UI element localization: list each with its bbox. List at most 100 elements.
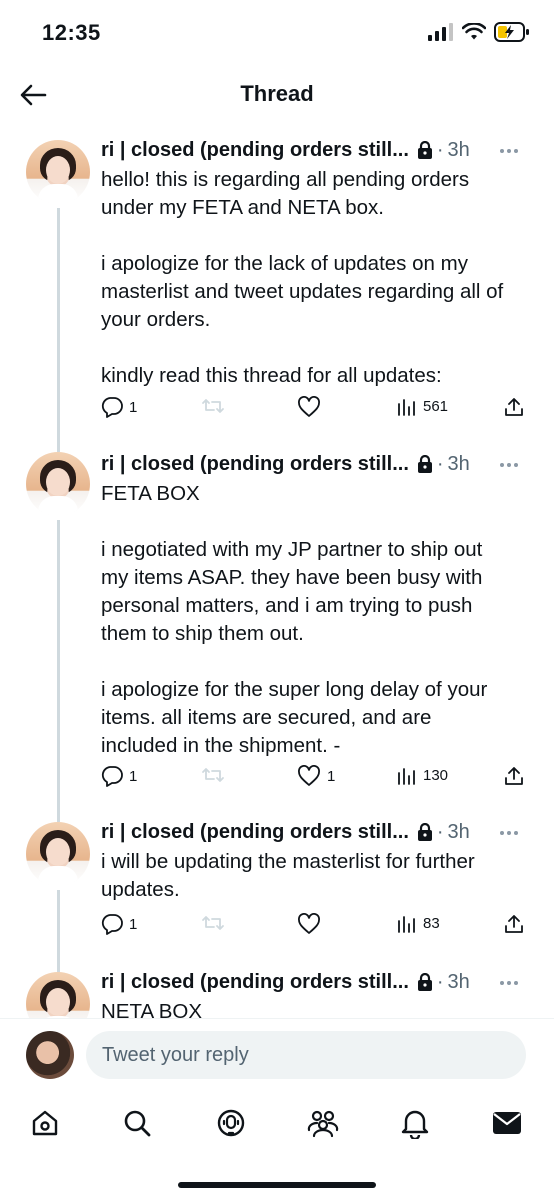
tweet-header: ri | closed (pending orders still... · 3… [101, 968, 470, 996]
views-button[interactable]: 130 [397, 765, 448, 785]
bell-icon [401, 1110, 429, 1139]
tab-messages[interactable] [490, 1106, 524, 1140]
author-name[interactable]: ri | closed (pending orders still... [101, 971, 409, 994]
retweet-icon [202, 399, 224, 413]
tweet-time-sep: · [436, 452, 444, 475]
retweet-button[interactable] [201, 765, 231, 785]
share-icon [505, 915, 523, 933]
more-options-button[interactable] [500, 460, 524, 470]
analytics-icon [398, 399, 415, 416]
retweet-icon [202, 916, 224, 930]
thread-list: ri | closed (pending orders still... · 3… [0, 128, 554, 1018]
like-button[interactable] [297, 913, 327, 935]
tweet-actions: 1 83 [101, 913, 531, 939]
home-indicator[interactable] [178, 1182, 376, 1188]
heart-icon [298, 765, 320, 786]
avatar[interactable] [26, 452, 90, 516]
author-name[interactable]: ri | closed (pending orders still... [101, 821, 409, 844]
reply-button[interactable]: 1 [101, 396, 137, 418]
like-button[interactable] [297, 396, 327, 418]
more-options-button[interactable] [500, 828, 524, 838]
views-button[interactable]: 83 [397, 913, 440, 933]
like-count: 1 [327, 767, 336, 785]
analytics-icon [398, 768, 415, 785]
share-button[interactable] [503, 396, 525, 418]
tweet-text: hello! this is regarding all pending ord… [101, 168, 504, 387]
thread-connector [57, 890, 60, 980]
tweet-header: ri | closed (pending orders still... · 3… [101, 450, 470, 478]
bottom-tab-bar [0, 1094, 554, 1154]
tweet-time[interactable]: 3h [448, 139, 470, 162]
heart-icon [298, 396, 320, 417]
thread-header: Thread [0, 66, 554, 122]
tweet-text: i will be updating the masterlist for fu… [101, 850, 475, 901]
reply-count: 1 [129, 398, 138, 416]
tweet-time-sep: · [436, 970, 444, 993]
views-button[interactable]: 561 [397, 396, 448, 416]
home-icon [32, 1110, 58, 1136]
heart-icon [298, 913, 320, 934]
reply-icon [101, 397, 123, 418]
view-count: 561 [423, 397, 449, 415]
lock-icon [417, 823, 433, 841]
retweet-button[interactable] [201, 913, 231, 933]
lock-icon [417, 455, 433, 473]
view-count: 83 [423, 914, 440, 932]
reply-composer: Tweet your reply [0, 1018, 554, 1094]
wifi-icon [462, 23, 486, 40]
author-name[interactable]: ri | closed (pending orders still... [101, 139, 409, 162]
share-icon [505, 398, 523, 416]
envelope-icon [493, 1112, 521, 1134]
status-bar: 12:35 [0, 0, 554, 66]
search-icon [124, 1110, 151, 1137]
reply-icon [101, 914, 123, 935]
avatar[interactable] [26, 822, 90, 886]
tweet-header: ri | closed (pending orders still... · 3… [101, 818, 470, 846]
tab-explore[interactable] [120, 1106, 154, 1140]
reply-icon [101, 766, 123, 787]
retweet-button[interactable] [201, 396, 231, 416]
tweet-header: ri | closed (pending orders still... · 3… [101, 136, 470, 164]
reply-count: 1 [129, 915, 138, 933]
tweet-actions: 1 1 130 [101, 765, 531, 791]
share-icon [505, 767, 523, 785]
tweet-text: FETA BOX i negotiated with my JP partner… [101, 482, 488, 757]
tab-home[interactable] [28, 1106, 62, 1140]
more-options-button[interactable] [500, 978, 524, 988]
retweet-icon [202, 768, 224, 782]
author-name[interactable]: ri | closed (pending orders still... [101, 453, 409, 476]
view-count: 130 [423, 766, 449, 784]
lock-icon [417, 973, 433, 991]
user-avatar[interactable] [26, 1031, 74, 1079]
reply-input[interactable]: Tweet your reply [86, 1031, 526, 1079]
tweet-time[interactable]: 3h [448, 821, 470, 844]
spaces-icon [217, 1109, 245, 1137]
more-options-button[interactable] [500, 146, 524, 156]
status-icons [428, 22, 530, 42]
tweet-actions: 1 561 [101, 396, 531, 422]
tweet-time[interactable]: 3h [448, 453, 470, 476]
page-title: Thread [240, 81, 314, 106]
battery-charging-icon [494, 22, 529, 42]
lock-icon [417, 141, 433, 159]
like-button[interactable]: 1 [297, 765, 335, 787]
reply-button[interactable]: 1 [101, 913, 137, 935]
tab-spaces[interactable] [214, 1106, 248, 1140]
tweet-text: NETA BOX [101, 1000, 203, 1018]
thread-connector [57, 520, 60, 822]
tweet-time-sep: · [436, 138, 444, 161]
communities-icon [307, 1110, 339, 1138]
share-button[interactable] [503, 913, 525, 935]
tweet-time[interactable]: 3h [448, 971, 470, 994]
reply-button[interactable]: 1 [101, 765, 137, 787]
cellular-signal-icon [428, 23, 453, 41]
share-button[interactable] [503, 765, 525, 787]
tab-communities[interactable] [306, 1106, 340, 1140]
tweet-time-sep: · [436, 820, 444, 843]
avatar[interactable] [26, 972, 90, 1018]
avatar[interactable] [26, 140, 90, 204]
analytics-icon [398, 916, 415, 933]
tab-notifications[interactable] [398, 1106, 432, 1140]
reply-count: 1 [129, 767, 138, 785]
status-time: 12:35 [42, 20, 101, 45]
